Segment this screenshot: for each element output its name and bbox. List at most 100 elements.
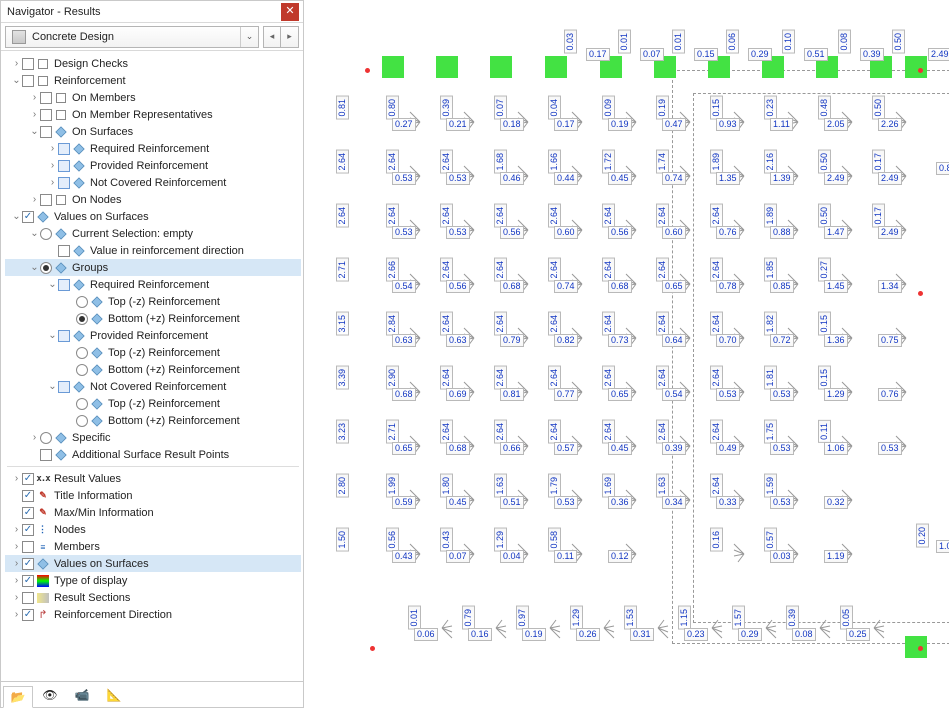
graphics-viewport[interactable]: 0.030.170.010.070.010.150.060.290.100.51… [304, 0, 949, 708]
tree-item[interactable]: ✓✎Title Information [5, 487, 301, 504]
expander-icon[interactable]: › [11, 610, 22, 620]
checkbox[interactable]: ✓ [22, 558, 34, 570]
tree-item[interactable]: ›Result Sections [5, 589, 301, 606]
checkbox[interactable] [40, 449, 52, 461]
expander-icon[interactable]: › [29, 195, 40, 205]
expander-icon[interactable]: ⌄ [29, 229, 40, 239]
checkbox[interactable] [40, 109, 52, 121]
checkbox[interactable] [40, 92, 52, 104]
expander-icon[interactable]: › [11, 576, 22, 586]
tree-item[interactable]: ⌄Not Covered Reinforcement [5, 378, 301, 395]
checkbox[interactable] [58, 245, 70, 257]
checkbox[interactable] [58, 330, 70, 342]
tree-item[interactable]: ✓✎Max/Min Information [5, 504, 301, 521]
expander-icon[interactable]: › [11, 525, 22, 535]
tree-item[interactable]: ⌄Required Reinforcement [5, 276, 301, 293]
tree-item[interactable]: Bottom (+z) Reinforcement [5, 361, 301, 378]
tree-item[interactable]: ›Design Checks [5, 55, 301, 72]
design-dropdown[interactable]: Concrete Design ⌄ [5, 26, 259, 48]
checkbox[interactable] [58, 160, 70, 172]
radio-button[interactable] [76, 296, 88, 308]
expander-icon[interactable]: › [11, 542, 22, 552]
tree-item[interactable]: ›✓x.xResult Values [5, 470, 301, 487]
tab-video[interactable]: 📹 [67, 684, 97, 706]
tree-item[interactable]: ›≡Members [5, 538, 301, 555]
expander-icon[interactable]: › [47, 161, 58, 171]
checkbox[interactable]: ✓ [22, 490, 34, 502]
expander-icon[interactable]: › [11, 59, 22, 69]
checkbox[interactable] [22, 58, 34, 70]
radio-button[interactable] [76, 313, 88, 325]
tree-item[interactable]: ›Required Reinforcement [5, 140, 301, 157]
tree-item[interactable]: ›✓Type of display [5, 572, 301, 589]
radio-button[interactable] [40, 228, 52, 240]
expander-icon[interactable]: ⌄ [47, 280, 58, 290]
tree-item[interactable]: Additional Surface Result Points [5, 446, 301, 463]
checkbox[interactable]: ✓ [22, 609, 34, 621]
tree-item[interactable]: Bottom (+z) Reinforcement [5, 412, 301, 429]
tree-item[interactable]: ⌄Current Selection: empty [5, 225, 301, 242]
expander-icon[interactable]: ⌄ [29, 127, 40, 137]
tree-item[interactable]: ⌄✓Values on Surfaces [5, 208, 301, 225]
radio-button[interactable] [76, 398, 88, 410]
checkbox[interactable] [40, 126, 52, 138]
tree-item[interactable]: ›On Member Representatives [5, 106, 301, 123]
expander-icon[interactable]: › [47, 178, 58, 188]
tree-item[interactable]: ›✓↱Reinforcement Direction [5, 606, 301, 623]
expander-icon[interactable]: ⌄ [29, 263, 40, 273]
expander-icon[interactable]: ⌄ [11, 76, 22, 86]
tree[interactable]: ›Design Checks⌄Reinforcement›On Members›… [1, 51, 303, 681]
tree-item[interactable]: ›Not Covered Reinforcement [5, 174, 301, 191]
checkbox[interactable]: ✓ [22, 473, 34, 485]
checkbox[interactable] [58, 143, 70, 155]
checkbox[interactable]: ✓ [22, 524, 34, 536]
tree-item[interactable]: ⌄Reinforcement [5, 72, 301, 89]
prev-button[interactable]: ◂ [263, 26, 281, 48]
tree-item[interactable]: ›On Nodes [5, 191, 301, 208]
expander-icon[interactable]: › [11, 559, 22, 569]
tree-item[interactable]: Bottom (+z) Reinforcement [5, 310, 301, 327]
checkbox[interactable] [40, 194, 52, 206]
expander-icon[interactable]: › [29, 110, 40, 120]
tree-item[interactable]: Top (-z) Reinforcement [5, 293, 301, 310]
tree-item[interactable]: ›✓Values on Surfaces [5, 555, 301, 572]
expander-icon[interactable]: › [11, 474, 22, 484]
checkbox[interactable] [58, 279, 70, 291]
tree-item[interactable]: ›✓⋮Nodes [5, 521, 301, 538]
expander-icon[interactable]: ⌄ [47, 382, 58, 392]
checkbox[interactable] [22, 75, 34, 87]
radio-button[interactable] [76, 347, 88, 359]
tree-item[interactable]: ›Specific [5, 429, 301, 446]
tree-item[interactable]: Top (-z) Reinforcement [5, 344, 301, 361]
tree-item[interactable]: Value in reinforcement direction [5, 242, 301, 259]
checkbox[interactable] [22, 592, 34, 604]
tree-item[interactable]: Top (-z) Reinforcement [5, 395, 301, 412]
radio-button[interactable] [40, 262, 52, 274]
tree-item[interactable]: ⌄Groups [5, 259, 301, 276]
tab-views[interactable]: 👁 [35, 684, 65, 706]
expander-icon[interactable]: › [47, 144, 58, 154]
checkbox[interactable]: ✓ [22, 211, 34, 223]
radio-button[interactable] [76, 415, 88, 427]
tab-explorer[interactable]: 📂 [3, 686, 33, 708]
value-label: 0.74 [662, 172, 686, 185]
expander-icon[interactable]: › [29, 93, 40, 103]
close-button[interactable]: ✕ [281, 3, 299, 21]
checkbox[interactable] [58, 381, 70, 393]
checkbox[interactable]: ✓ [22, 575, 34, 587]
tree-item[interactable]: ⌄On Surfaces [5, 123, 301, 140]
expander-icon[interactable]: › [11, 593, 22, 603]
next-button[interactable]: ▸ [281, 26, 299, 48]
expander-icon[interactable]: ⌄ [11, 212, 22, 222]
tree-item[interactable]: ⌄Provided Reinforcement [5, 327, 301, 344]
expander-icon[interactable]: › [29, 433, 40, 443]
radio-button[interactable] [76, 364, 88, 376]
checkbox[interactable]: ✓ [22, 507, 34, 519]
tree-item[interactable]: ›Provided Reinforcement [5, 157, 301, 174]
radio-button[interactable] [40, 432, 52, 444]
checkbox[interactable] [22, 541, 34, 553]
checkbox[interactable] [58, 177, 70, 189]
expander-icon[interactable]: ⌄ [47, 331, 58, 341]
tree-item[interactable]: ›On Members [5, 89, 301, 106]
tab-results[interactable]: 📐 [99, 684, 129, 706]
